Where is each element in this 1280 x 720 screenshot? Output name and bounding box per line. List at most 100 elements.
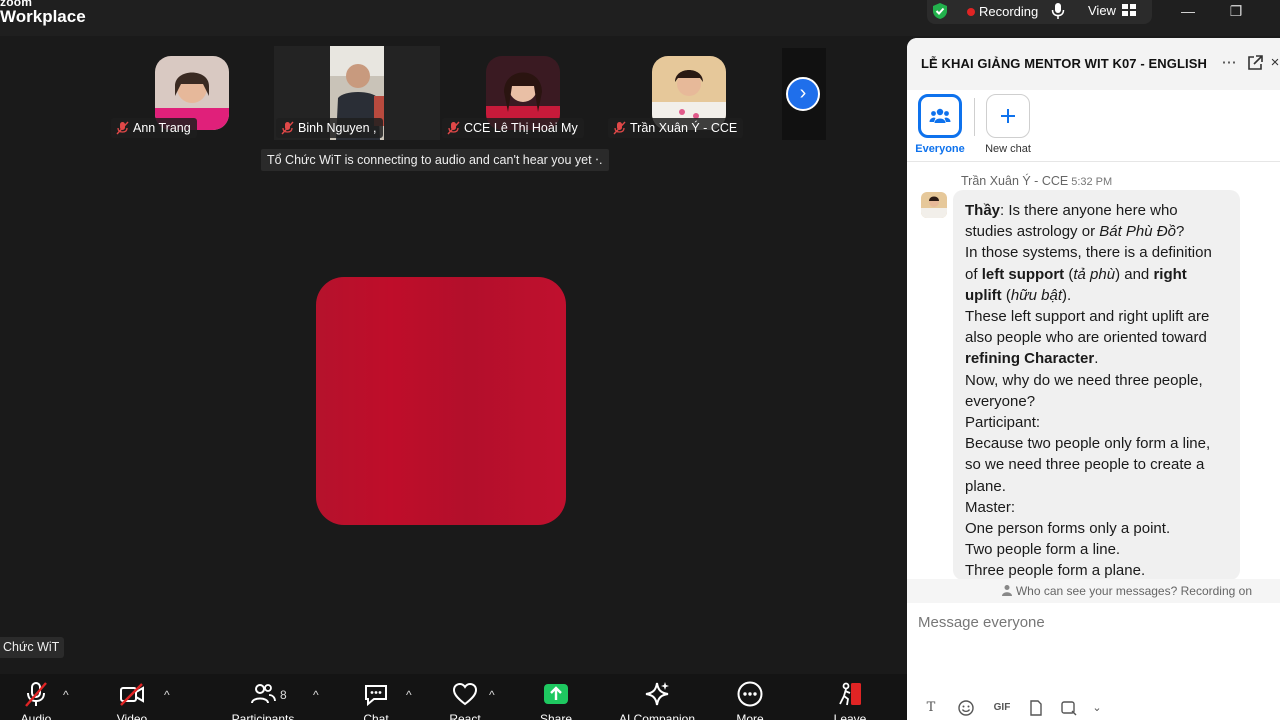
chat-title: LỄ KHAI GIẢNG MENTOR WIT K07 - ENGLISH (921, 56, 1207, 71)
leave-button[interactable]: Leave (830, 680, 870, 720)
react-label: React (449, 712, 481, 720)
participant-name: Trần Xuân Ý - CCE (630, 121, 738, 135)
chevron-right-icon: › (799, 82, 807, 104)
grid-view-icon[interactable] (1122, 4, 1136, 16)
bold-text: uplift (965, 286, 1002, 304)
recipient-label: New chat (985, 143, 1031, 155)
message-text: so we need three people to create a (965, 456, 1205, 474)
meeting-toolbar: Audio ^ Video ^ Participants 8 ^ Chat ^ … (0, 674, 907, 720)
message-text: Now, why do we need three people, (965, 371, 1203, 389)
more-icon (737, 681, 763, 707)
video-button[interactable]: Video (110, 680, 154, 720)
message-time: 5:32 PM (1071, 176, 1113, 188)
chat-button[interactable]: Chat (356, 680, 396, 720)
muted-mic-icon (25, 682, 47, 707)
more-button[interactable]: More (730, 680, 770, 720)
file-icon[interactable] (1027, 699, 1045, 717)
participants-button[interactable]: Participants (228, 680, 298, 720)
participant-tile[interactable]: Trần Xuân Ý - CCE (606, 46, 772, 140)
active-speaker-name: Chức WiT (0, 637, 65, 658)
react-options-caret-icon[interactable]: ^ (489, 688, 495, 702)
message-text: ? (1175, 223, 1185, 241)
message-line: also people who are oriented toward (965, 327, 1230, 348)
video-label: Video (116, 712, 148, 720)
chat-label: Chat (363, 712, 389, 720)
message-line: Three people form a plane. (965, 560, 1230, 580)
message-text: ( (1001, 286, 1011, 304)
divider (907, 161, 1280, 162)
text-format-icon[interactable]: T (922, 699, 940, 717)
message-text: Because two people only form a line, (965, 435, 1211, 453)
audio-connecting-notice: Tổ Chức WiT is connecting to audio and c… (261, 149, 609, 171)
visibility-note[interactable]: Who can see your messages? Recording on (907, 579, 1280, 603)
message-bubble[interactable]: Thầy: Is there anyone here who studies as… (953, 190, 1240, 580)
message-input[interactable]: Message everyone (918, 614, 1045, 631)
participant-name-tag: Trần Xuân Ý - CCE (608, 118, 744, 138)
everyone-tile[interactable] (918, 94, 962, 138)
message-text: Participant: (965, 414, 1041, 432)
share-screen-icon (544, 684, 568, 704)
muted-mic-icon (116, 121, 129, 135)
minimize-button[interactable]: — (1166, 0, 1210, 24)
meeting-status-pill (927, 0, 1152, 24)
participant-name-tag: Ann Trang (111, 118, 197, 138)
chevron-down-icon[interactable]: ⌄ (1088, 699, 1106, 717)
microphone-icon[interactable] (1050, 2, 1066, 20)
sender-avatar (921, 192, 947, 218)
react-button[interactable]: React (445, 680, 485, 720)
new-chat-tile[interactable] (986, 94, 1030, 138)
recipient-divider (974, 98, 975, 136)
message-text: studies astrology or (965, 223, 1100, 241)
italic-text: tả phù (1073, 265, 1116, 283)
italic-text: Bát Phù Đồ (1099, 223, 1176, 241)
share-button[interactable]: Share (536, 680, 576, 720)
message-text: ( (1064, 265, 1074, 283)
participants-count: 8 (280, 688, 287, 702)
participant-tile[interactable]: Binh Nguyen , (274, 46, 440, 140)
message-text: Three people form a plane. (965, 562, 1146, 580)
message-line: studies astrology or Bát Phù Đồ? (965, 221, 1230, 242)
message-text: . (1094, 350, 1099, 368)
participants-options-caret-icon[interactable]: ^ (313, 688, 319, 702)
active-speaker-video (316, 277, 566, 525)
screenshot-icon[interactable] (1060, 699, 1078, 717)
chat-panel: LỄ KHAI GIẢNG MENTOR WIT K07 - ENGLISH ⋯… (907, 38, 1280, 720)
recording-label[interactable]: Recording (979, 4, 1038, 19)
message-text: of (965, 265, 982, 283)
pop-out-icon[interactable] (1246, 54, 1264, 72)
bold-text: right (1153, 265, 1187, 283)
chat-icon (365, 685, 387, 707)
bold-text: Thầy (965, 202, 1001, 219)
restore-button[interactable]: ❐ (1214, 0, 1258, 24)
more-options-icon[interactable]: ⋯ (1220, 54, 1238, 72)
bold-text: left support (981, 265, 1065, 283)
logo-workplace-text: Workplace (0, 7, 86, 26)
message-text: In those systems, there is a definition (965, 244, 1212, 262)
next-page-button[interactable]: › (786, 77, 820, 111)
message-line: Participant: (965, 412, 1230, 433)
video-options-caret-icon[interactable]: ^ (164, 688, 170, 702)
emoji-icon[interactable] (957, 699, 975, 717)
shield-check-icon[interactable] (931, 2, 949, 20)
participant-name: Ann Trang (133, 121, 191, 135)
ai-companion-button[interactable]: AI Companion (612, 680, 702, 720)
recipient-new-chat[interactable]: New chat (978, 94, 1038, 155)
zoom-workplace-logo: zoom Workplace (0, 0, 86, 25)
recipient-everyone[interactable]: Everyone (910, 94, 970, 155)
participant-tile[interactable]: CCE Lê Thị Hoài My (440, 46, 606, 140)
message-text: ). (1062, 286, 1072, 304)
gif-icon[interactable]: GIF (990, 699, 1014, 717)
chat-options-caret-icon[interactable]: ^ (406, 688, 412, 702)
message-text: One person forms only a point. (965, 520, 1171, 538)
message-line: refining Character. (965, 348, 1230, 369)
share-label: Share (539, 712, 573, 720)
audio-label: Audio (20, 712, 52, 720)
audio-options-caret-icon[interactable]: ^ (63, 688, 69, 702)
muted-mic-icon (613, 121, 626, 135)
participant-tile[interactable]: Ann Trang (109, 46, 275, 140)
message-line: so we need three people to create a (965, 454, 1230, 475)
close-icon[interactable]: × (1270, 54, 1280, 72)
more-label: More (736, 712, 764, 720)
audio-button[interactable]: Audio (14, 680, 58, 720)
view-button[interactable]: View (1088, 3, 1116, 18)
